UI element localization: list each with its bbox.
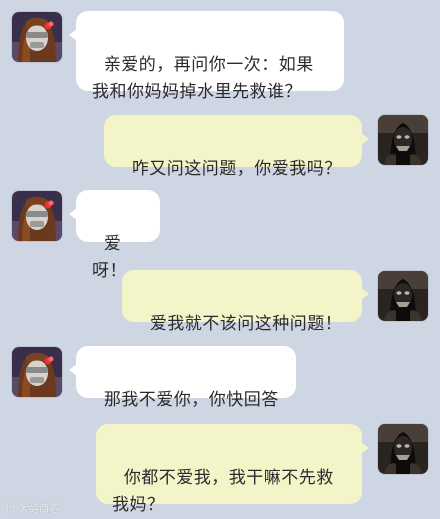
message-text-6: 你都不爱我，我干嘛不先救 我妈？: [112, 468, 334, 515]
masked-man-avatar-icon[interactable]: [378, 115, 428, 165]
masked-man-avatar-icon[interactable]: [378, 424, 428, 474]
watermark: 微 大話西遊: [6, 504, 60, 515]
girl-avatar-icon[interactable]: [12, 191, 62, 241]
masked-man-avatar-icon[interactable]: [378, 271, 428, 321]
message-text-3: 爱呀！: [92, 234, 127, 281]
message-bubble-5: 那我不爱你，你快回答: [69, 346, 296, 410]
message-text-5: 那我不爱你，你快回答: [103, 390, 279, 410]
message-bubble-2: 咋又问这问题，你爱我吗？: [104, 115, 369, 179]
message-text-1: 亲爱的，再问你一次：如果 我和你妈妈掉水里先救谁？: [92, 55, 314, 102]
message-text-4: 爱我就不该问这种问题！: [149, 314, 343, 334]
girl-avatar-icon[interactable]: [12, 347, 62, 397]
message-bubble-6: 你都不爱我，我干嘛不先救 我妈？: [96, 424, 369, 515]
message-bubble-3: 爱呀！: [69, 190, 160, 281]
girl-avatar-icon[interactable]: [12, 12, 62, 62]
message-text-2: 咋又问这问题，你爱我吗？: [131, 159, 342, 179]
message-bubble-1: 亲爱的，再问你一次：如果 我和你妈妈掉水里先救谁？: [69, 11, 344, 102]
message-bubble-4: 爱我就不该问这种问题！: [122, 270, 369, 334]
